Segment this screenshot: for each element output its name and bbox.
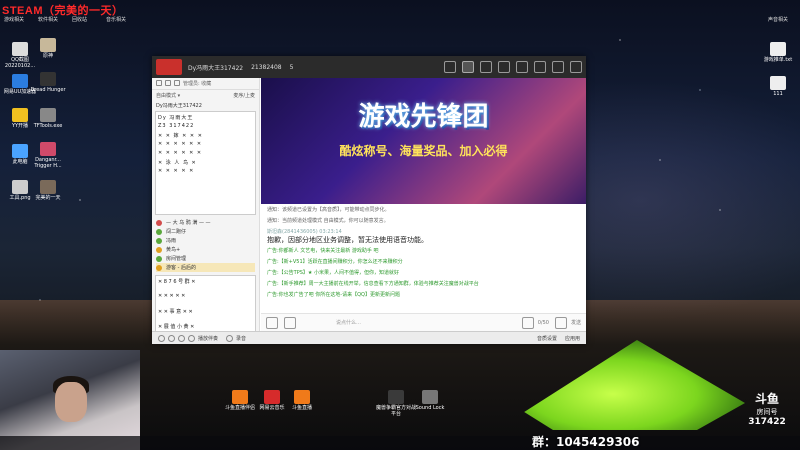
maximize-icon[interactable] (552, 61, 564, 73)
member-count: 5 (289, 63, 294, 71)
streamer-face (55, 382, 87, 422)
lock-icon (422, 390, 438, 404)
record-icon[interactable] (226, 334, 234, 342)
speaker-icon[interactable] (158, 334, 165, 342)
music-icon[interactable] (188, 334, 195, 342)
desktop-icon-perfect-day[interactable]: 完美的一天 (28, 180, 68, 201)
sidebar-header: 管理员: 收藏 (152, 78, 259, 90)
member-role-list: — 大 乌 鸦 满 — — 闯二跑仔 冯雨 黄鸟+ 房间管理 游客 - 后后的 (152, 216, 259, 274)
promo-banner[interactable]: 游戏先锋团 酷炫称号、海量奖品、加入必得 (261, 78, 586, 204)
gamepad-icon[interactable] (498, 61, 510, 73)
font-icon[interactable] (284, 316, 296, 329)
desktop-label-sound[interactable]: 声音相关 (768, 16, 788, 23)
chat-message: 通知：当前频道处理模式 自由模式，你可以随意发言。 (267, 218, 389, 224)
mic-icon[interactable] (554, 316, 567, 329)
room-id: 21382408 (251, 63, 282, 71)
group-number-overlay: 群：1045429306 (532, 435, 640, 449)
mode-selector[interactable]: 自由模式 ▾ 麦序/上麦 (152, 90, 259, 100)
chat-message: 广告:【新手推荐】周一大主播前在线开举，信息查看下方通知群，体验与推荐关注魔兽对… (267, 281, 479, 287)
mail-icon[interactable] (516, 61, 528, 73)
list-icon[interactable] (165, 79, 171, 86)
role-item[interactable]: 房间管理 (156, 254, 255, 263)
chat-message: 广告:【公告TPS】★ 小米果，人间不值得，但你，知道就好 (267, 270, 400, 276)
chat-message: 广告:你也发广告了吧 你所在这地-请来【QQ】更新更新问题 (267, 292, 400, 298)
chat-message: 广告:你都新人 文艺电，快来关注最新 游戏助手 吧 (267, 248, 379, 254)
chat-sender: 斯坦森(2841436005) 03:23:14 (267, 229, 342, 235)
desktop-icon-douyu[interactable]: 斗鱼直播 (282, 390, 322, 411)
game-icon (40, 72, 56, 86)
game-icon (40, 142, 56, 156)
desktop-label-software[interactable]: 软件相关 (38, 16, 58, 23)
chat-message: 广告:【新+V51】活跃在直播间赚积分，你怎么还不来赚积分 (267, 259, 403, 265)
play-accompaniment[interactable]: 播放伴奏 (198, 335, 218, 342)
desktop-icon-111[interactable]: 111 (758, 76, 798, 97)
desktop-icon-genshin[interactable]: 原神 (28, 38, 68, 59)
window-title: Dy冯雨大王317422 (188, 64, 244, 72)
role-item-selected[interactable]: 游客 - 后后的 (156, 263, 255, 272)
desktop-icon-tftools[interactable]: TFTools.exe (28, 108, 68, 129)
taskbar (0, 436, 800, 450)
chat-icon[interactable] (480, 61, 492, 73)
chat-message: 抱歉，因部分地区业务调整，暂无法使用语音功能。 (267, 236, 428, 244)
game-icon (40, 180, 56, 194)
app-logo-icon (156, 59, 182, 75)
banner-subtitle: 酷炫称号、海量奖品、加入必得 (339, 144, 508, 158)
desktop-label-games[interactable]: 游戏相关 (4, 16, 24, 23)
image-icon (12, 180, 28, 194)
file-icon (770, 76, 786, 90)
exe-icon (40, 108, 56, 122)
role-item[interactable]: 闯二跑仔 (156, 227, 255, 236)
image-icon (12, 42, 28, 56)
apps-button[interactable]: 应用用 (565, 335, 580, 342)
desktop-label-recycle[interactable]: 回收站 (72, 16, 87, 23)
desktop-label-music[interactable]: 音乐相关 (106, 16, 126, 23)
window-titlebar[interactable]: Dy冯雨大王317422 21382408 5 (152, 56, 586, 78)
uu-icon (12, 74, 28, 88)
video-icon[interactable] (444, 61, 456, 73)
search-icon[interactable] (174, 79, 180, 86)
window-bottom-toolbar: 播放伴奏 录音 音质设置 应用用 (152, 331, 586, 344)
webcam-overlay (0, 350, 140, 450)
user-icon[interactable] (156, 79, 162, 86)
douyu-icon (232, 390, 248, 404)
role-item[interactable]: 黄鸟+ (156, 245, 255, 254)
channel-owner[interactable]: Dy冯雨大王317422 (152, 100, 259, 110)
banner-title: 游戏先锋团 (358, 102, 489, 132)
member-grid-top: Dy 冯雨大王 Z3 317422 ✕ ✕ 嫁 ✕ ✕ ✕ ✕ ✕ ✕ ✕ ✕ … (155, 111, 256, 215)
douyu-icon (294, 390, 310, 404)
computer-icon (12, 144, 28, 158)
desktop-icon-danganronpa[interactable]: Danganr... Trigger H... (28, 142, 68, 169)
minimize-icon[interactable] (534, 61, 546, 73)
char-count: 0/50 (537, 319, 549, 326)
file-icon (770, 42, 786, 56)
quality-settings[interactable]: 音质设置 (537, 335, 557, 342)
room-number-badge: 斗鱼 房间号 317422 (748, 392, 786, 427)
chat-log: 通知：该频道已设置为【高音质】，可能带动点同步化。 通知：当前频道处理模式 自由… (261, 204, 586, 313)
chat-input-bar: 说点什么… 0/50 发送 (261, 313, 586, 331)
enter-icon[interactable] (521, 316, 534, 329)
settings-icon[interactable] (178, 334, 185, 342)
chat-input[interactable]: 说点什么… (336, 319, 516, 326)
warcraft-icon (388, 390, 404, 404)
desktop-icon-dread-hunger[interactable]: Dread Hunger (28, 72, 68, 93)
send-button[interactable]: 发送 (571, 319, 581, 326)
home-icon[interactable] (462, 61, 474, 73)
mic-toggle-icon[interactable] (168, 334, 175, 342)
chat-message: 通知：该频道已设置为【高音质】，可能带动点同步化。 (267, 207, 390, 213)
role-item[interactable]: 冯雨 (156, 236, 255, 245)
voice-chat-window: Dy冯雨大王317422 21382408 5 管理员: 收藏 自由模式 ▾ 麦… (152, 56, 586, 344)
desktop-icon-game-list[interactable]: 游戏推单.txt (758, 42, 798, 63)
game-icon (40, 38, 56, 52)
close-icon[interactable] (570, 61, 582, 73)
music-icon (264, 390, 280, 404)
yy-icon (12, 108, 28, 122)
record-button[interactable]: 录音 (236, 335, 246, 342)
emoji-icon[interactable] (266, 316, 278, 329)
desktop-icon-sound-lock[interactable]: Sound Lock (410, 390, 450, 411)
channel-sidebar: 管理员: 收藏 自由模式 ▾ 麦序/上麦 Dy冯雨大王317422 Dy 冯雨大… (152, 78, 260, 343)
role-item[interactable]: — 大 乌 鸦 满 — — (156, 218, 255, 227)
